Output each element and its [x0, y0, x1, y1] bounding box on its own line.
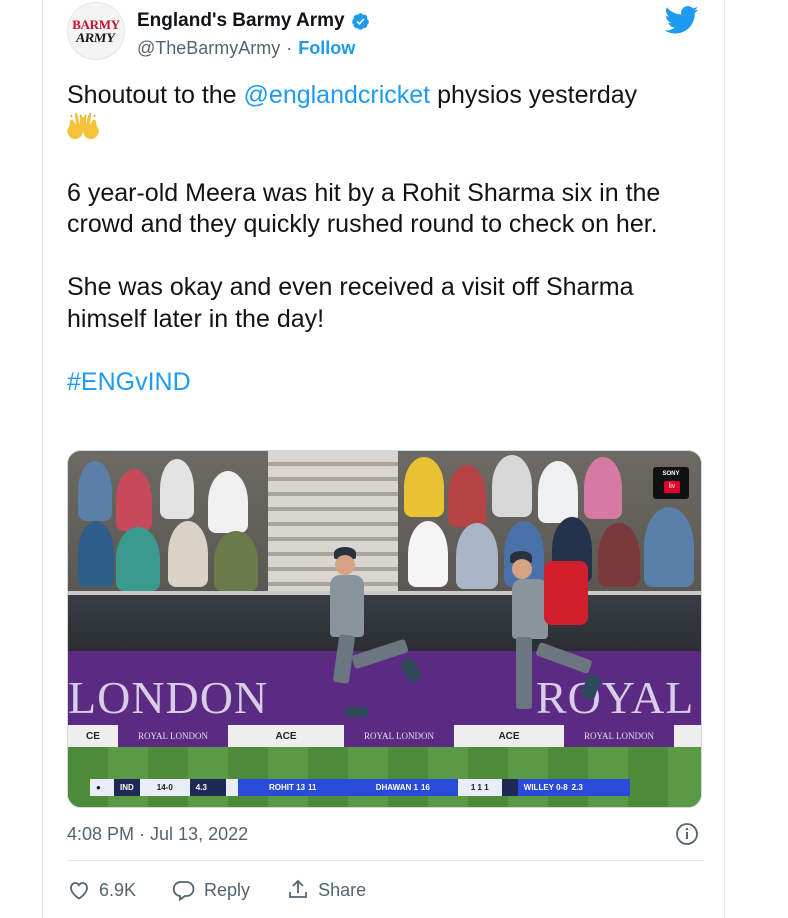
ad-board: ACE	[275, 730, 297, 742]
mention-link[interactable]: @englandcricket	[244, 81, 431, 109]
broadcaster-logo: SONY liv	[653, 467, 689, 499]
score-overs: 4.3	[189, 779, 226, 796]
ad-strip: CE ROYAL LONDON ACE ROYAL LONDON ACE ROY…	[68, 725, 701, 747]
handle-separator: ·	[286, 38, 293, 58]
like-button[interactable]: 6.9K	[67, 878, 136, 902]
bowler: WILLEY 0-8	[523, 783, 568, 792]
handle-row: @TheBarmyArmy · Follow	[137, 38, 355, 59]
like-count: 6.9K	[99, 879, 137, 900]
tweet-text: Shoutout to the @englandcricket physios …	[67, 80, 703, 430]
batter-2-balls: 16	[420, 783, 430, 792]
score-total: 14-0	[139, 779, 190, 796]
ad-board: ACE	[498, 730, 520, 742]
tweet-media-video[interactable]: SONY liv LONDON ROYAL CE ROYAL LONDON AC…	[67, 450, 702, 808]
bowler-overs: 2.3	[571, 783, 583, 792]
tweet-paragraph-2: 6 year-old Meera was hit by a Rohit Shar…	[67, 178, 661, 239]
ad-board: ROYAL LONDON	[118, 725, 228, 747]
outfield-grass	[68, 747, 701, 807]
display-name[interactable]: England's Barmy Army	[137, 10, 345, 32]
name-row: England's Barmy Army	[137, 10, 370, 32]
tweet-paragraph-1: Shoutout to the @englandcricket physios …	[67, 80, 703, 146]
hashtag-link[interactable]: #ENGvIND	[67, 368, 191, 396]
tweet-header: BARMY ARMY England's Barmy Army @TheBarm…	[67, 2, 703, 62]
raising-hands-icon	[67, 112, 99, 139]
tweet-text-suffix: physios yesterday	[430, 81, 638, 109]
batter-2: DHAWAN 1	[375, 783, 418, 792]
heart-icon	[70, 882, 88, 900]
tv-scoreboard: ● IND 14-0 4.3 ROHIT 13 11 DHAWAN 1 16 1 1…	[90, 779, 680, 796]
avatar[interactable]: BARMY ARMY	[67, 2, 125, 60]
ad-board: ROYAL LONDON	[564, 725, 674, 747]
share-icon	[289, 879, 307, 898]
score-team: IND	[114, 779, 140, 796]
ad-board: CE	[86, 730, 100, 742]
this-over: 1 1 1	[470, 783, 489, 792]
tweet-paragraph-3: She was okay and even received a visit o…	[67, 273, 634, 333]
account-handle[interactable]: @TheBarmyArmy	[137, 38, 280, 59]
tweet-timestamp[interactable]: 4:08 PM · Jul 13, 2022	[67, 824, 248, 845]
tweet-actions: 6.9K Reply Share	[67, 878, 402, 902]
tweet-card: BARMY ARMY England's Barmy Army @TheBarm…	[42, 0, 725, 918]
avatar-text-bottom: ARMY	[75, 30, 117, 45]
share-button[interactable]: Share	[286, 878, 366, 902]
reply-bubble-icon	[172, 881, 195, 902]
follow-button[interactable]: Follow	[298, 38, 355, 59]
info-icon[interactable]	[675, 822, 699, 846]
verified-badge-icon	[351, 12, 369, 30]
share-label: Share	[318, 879, 367, 900]
physio-running-2	[498, 547, 638, 727]
reply-label: Reply	[204, 879, 251, 900]
physio-running-1	[318, 547, 428, 727]
batter-1: ROHIT 13	[269, 783, 306, 792]
tweet-text-prefix: Shoutout to the	[67, 81, 244, 109]
divider	[67, 860, 703, 861]
reply-button[interactable]: Reply	[172, 878, 250, 902]
ad-board: ROYAL LONDON	[344, 725, 454, 747]
medical-bag	[544, 561, 588, 625]
batter-1-balls: 11	[308, 783, 317, 792]
banner-text-left: LONDON	[68, 672, 269, 723]
twitter-bird-icon[interactable]	[665, 6, 699, 34]
